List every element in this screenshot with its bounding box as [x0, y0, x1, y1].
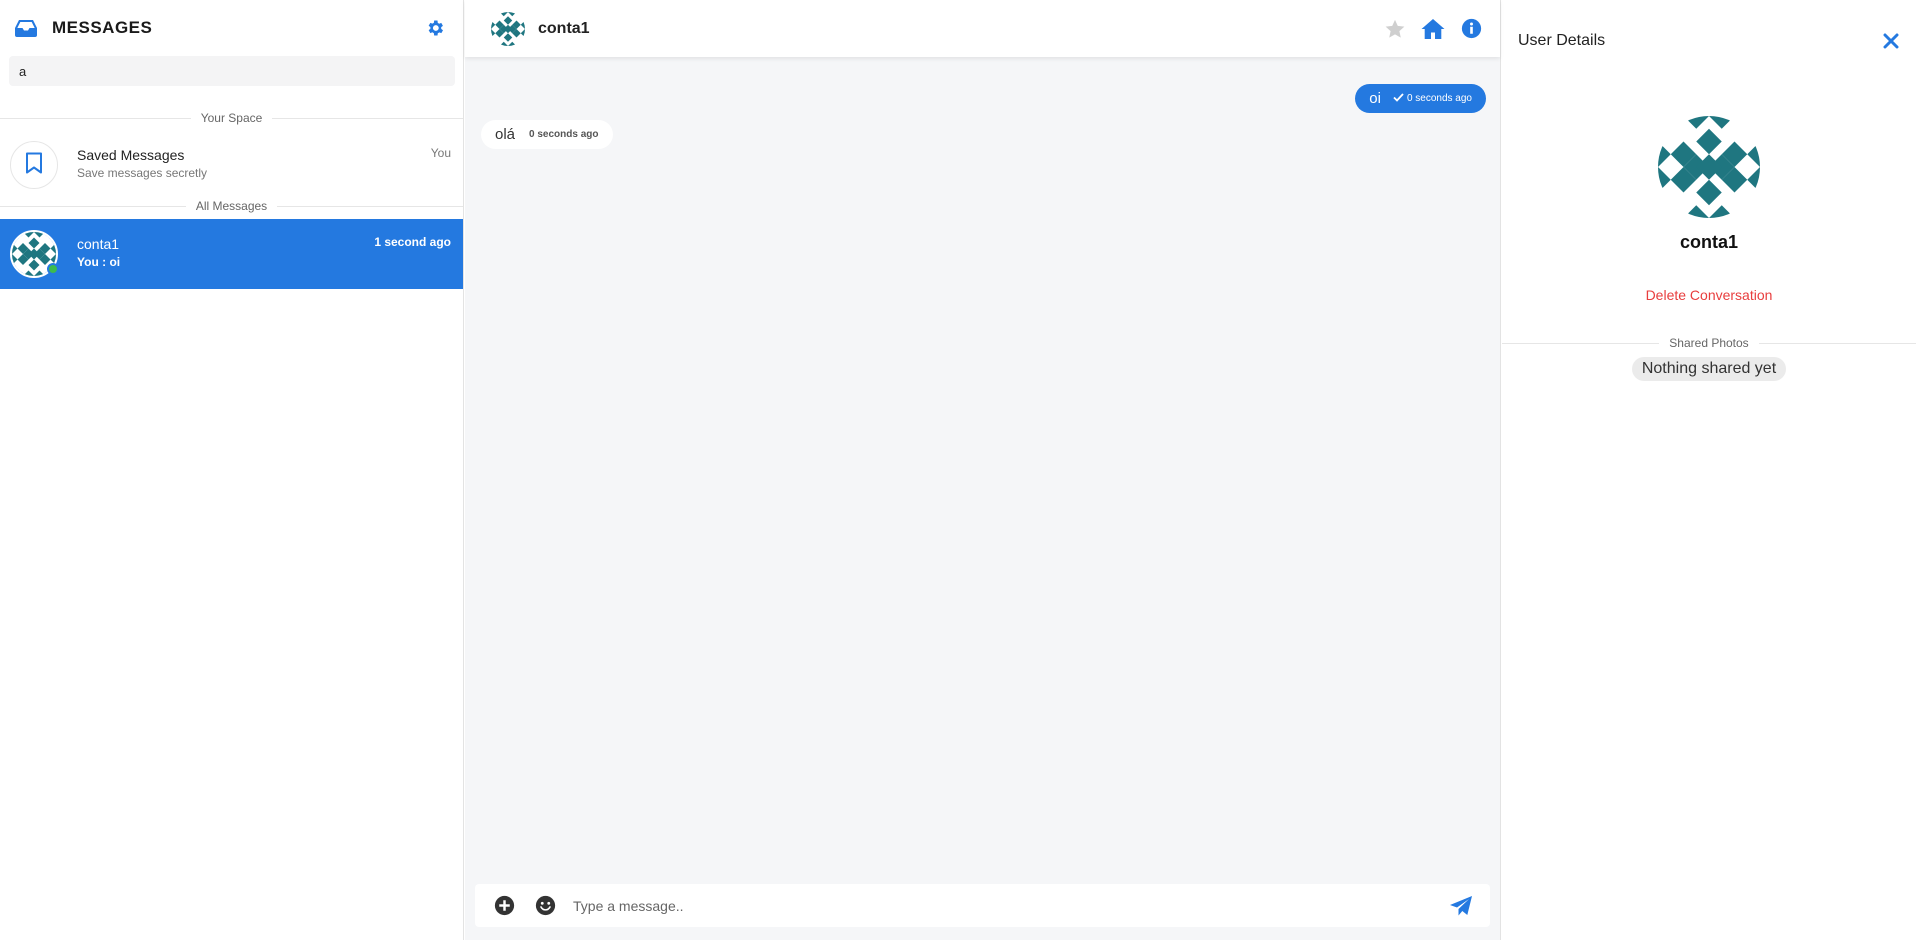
chat-header: conta1 — [465, 0, 1500, 57]
contact-avatar[interactable] — [491, 12, 525, 46]
conversation-preview: You : oi — [77, 255, 121, 269]
shared-photos-label: Shared Photos — [1659, 336, 1759, 350]
online-status-dot — [47, 263, 59, 275]
details-title: User Details — [1518, 31, 1606, 49]
message-row: olá 0 seconds ago — [481, 120, 1486, 149]
chat-panel: conta1 oi 0 seconds ago olá 0 seconds ag… — [465, 0, 1501, 940]
message-composer — [475, 884, 1490, 927]
contact-name[interactable]: conta1 — [538, 20, 1370, 38]
shared-photos-empty: Nothing shared yet — [1502, 357, 1916, 381]
conversations-sidebar: MESSAGES Your Space Saved Messages Save … — [0, 0, 464, 940]
conversation-item-conta1[interactable]: conta1 You : oi 1 second ago — [0, 219, 463, 289]
settings-gear-icon[interactable] — [423, 16, 447, 40]
avatar — [10, 230, 59, 278]
details-user-name: conta1 — [1679, 232, 1739, 252]
close-icon[interactable] — [1880, 30, 1902, 52]
emoji-icon[interactable] — [534, 895, 556, 917]
section-label-your-space: Your Space — [190, 111, 273, 125]
message-meta: 0 seconds ago — [1393, 92, 1472, 105]
info-icon[interactable] — [1458, 16, 1484, 42]
add-attachment-icon[interactable] — [493, 895, 515, 917]
sidebar-title: MESSAGES — [52, 18, 153, 37]
home-icon[interactable] — [1420, 16, 1446, 42]
section-divider-your-space: Your Space — [0, 108, 463, 128]
message-list: oi 0 seconds ago olá 0 seconds ago — [465, 57, 1500, 850]
conversation-time: 1 second ago — [374, 235, 451, 249]
message-bubble-incoming[interactable]: olá 0 seconds ago — [481, 120, 613, 149]
star-favorite-icon[interactable] — [1382, 16, 1408, 42]
saved-messages-subtitle: Save messages secretly — [77, 166, 208, 180]
saved-messages-name: Saved Messages — [77, 147, 185, 163]
message-row: oi 0 seconds ago — [481, 84, 1486, 113]
message-text: olá — [495, 126, 516, 143]
section-divider-all-messages: All Messages — [0, 196, 463, 216]
conversation-name: conta1 — [77, 236, 120, 252]
message-time: 0 seconds ago — [529, 129, 599, 140]
saved-messages-avatar — [10, 141, 58, 189]
message-text: oi — [1369, 90, 1381, 107]
inbox-icon — [14, 16, 38, 40]
message-time: 0 seconds ago — [1406, 93, 1472, 104]
details-header: User Details — [1502, 0, 1916, 82]
saved-messages-item[interactable]: Saved Messages Save messages secretly Yo… — [0, 130, 463, 200]
section-label-all-messages: All Messages — [185, 199, 278, 213]
sidebar-header: MESSAGES — [0, 0, 463, 56]
search-input[interactable] — [9, 56, 455, 86]
shared-photos-divider: Shared Photos — [1502, 333, 1916, 353]
bookmark-icon — [25, 152, 43, 179]
nothing-shared-badge: Nothing shared yet — [1631, 357, 1787, 381]
delete-conversation-button[interactable]: Delete Conversation — [1502, 287, 1916, 303]
seen-check-icon — [1393, 92, 1404, 105]
details-avatar — [1658, 116, 1760, 218]
message-input[interactable] — [573, 897, 1448, 914]
user-details-panel: User Details conta1 Delete Conversation … — [1502, 0, 1916, 940]
send-icon[interactable] — [1448, 893, 1474, 919]
message-bubble-outgoing[interactable]: oi 0 seconds ago — [1355, 84, 1486, 113]
saved-messages-owner: You — [430, 146, 451, 160]
